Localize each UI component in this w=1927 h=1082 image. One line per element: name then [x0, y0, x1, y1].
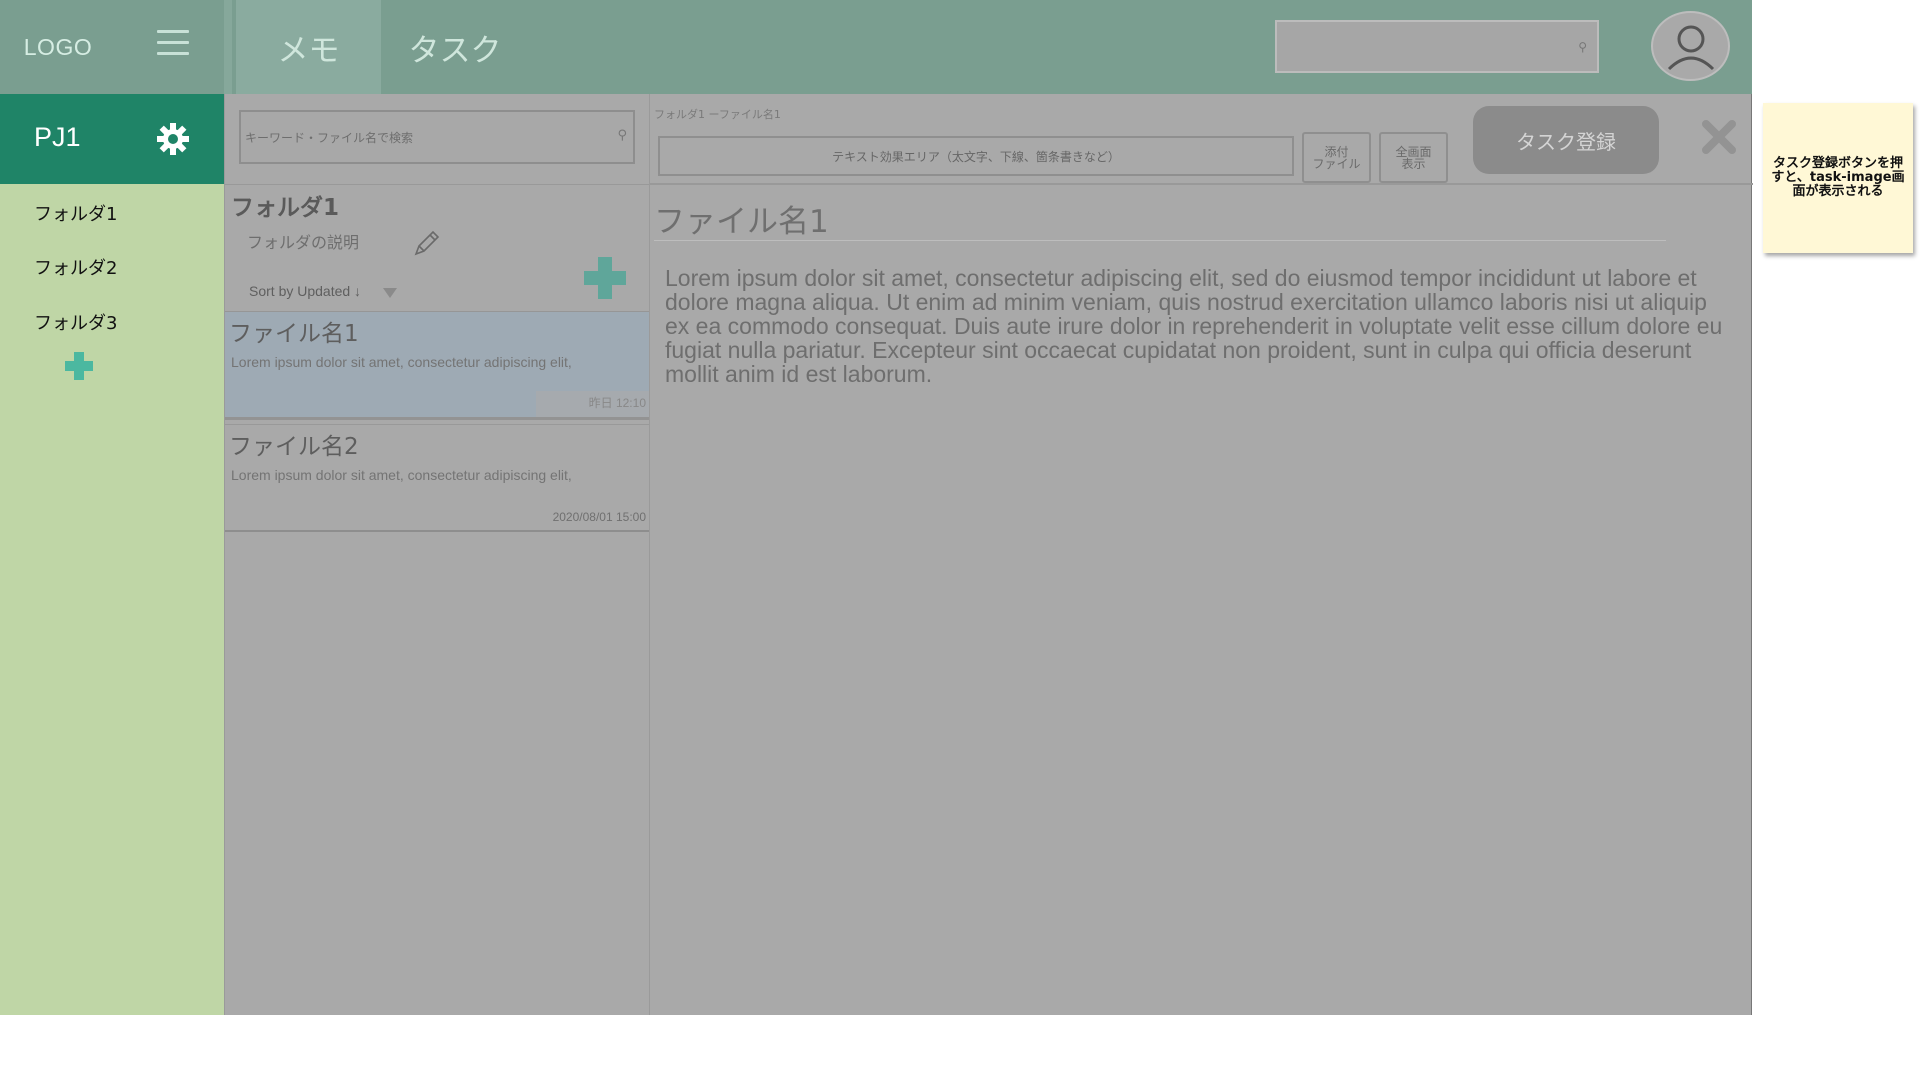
pencil-icon[interactable] — [411, 229, 441, 259]
folder-info: フォルダ1 フォルダの説明 Sort by Updated ↓ — [225, 184, 650, 313]
add-folder-plus-icon[interactable] — [65, 352, 93, 380]
sidebar-item-folder1[interactable]: フォルダ1 — [34, 200, 117, 226]
toolbar-divider — [650, 183, 1753, 185]
user-icon — [1667, 25, 1715, 71]
menu-icon[interactable] — [157, 27, 189, 57]
file-list-item[interactable]: ファイル名2 Lorem ipsum dolor sit amet, conse… — [225, 424, 650, 532]
tab-task[interactable]: タスク — [390, 0, 520, 94]
document-title[interactable]: ファイル名1 — [654, 196, 829, 241]
avatar[interactable] — [1651, 11, 1730, 81]
file-search-box[interactable]: ⚲ — [239, 110, 635, 164]
sort-down-icon[interactable] — [383, 288, 397, 298]
file-list-panel: ⚲ フォルダ1 フォルダの説明 Sort by Updated ↓ ファイル名1… — [224, 94, 650, 1015]
task-register-button[interactable]: タスク登録 — [1473, 106, 1659, 174]
project-name[interactable]: PJ1 — [34, 122, 81, 153]
breadcrumb: フォルダ1 ーファイル名1 — [654, 108, 781, 121]
folder-title: フォルダ1 — [231, 195, 340, 221]
sidebar-item-folder2[interactable]: フォルダ2 — [34, 254, 117, 280]
attach-file-button[interactable]: 添付 ファイル — [1302, 132, 1371, 183]
file-date: 2020/08/01 15:00 — [552, 510, 646, 524]
add-file-plus-icon[interactable] — [584, 257, 626, 299]
file-name: ファイル名2 — [229, 434, 359, 460]
tab-memo[interactable]: メモ — [236, 0, 381, 94]
document-body[interactable]: Lorem ipsum dolor sit amet, consectetur … — [665, 266, 1735, 386]
file-snippet: Lorem ipsum dolor sit amet, consectetur … — [231, 354, 572, 370]
gear-icon[interactable] — [157, 123, 189, 155]
project-header: PJ1 — [0, 94, 224, 184]
text-format-toolbar[interactable]: テキスト効果エリア（太文字、下線、箇条書きなど） — [658, 136, 1294, 176]
sidebar-item-folder3[interactable]: フォルダ3 — [34, 309, 117, 335]
header-bar: LOGO メモ タスク ⚲ — [0, 0, 1752, 94]
editor-panel: フォルダ1 ーファイル名1 テキスト効果エリア（太文字、下線、箇条書きなど） 添… — [649, 94, 1753, 1015]
title-underline — [654, 240, 1666, 241]
app-window: LOGO メモ タスク ⚲ PJ1 フォルダ1 フォルダ2 フォルダ3 キーワー… — [0, 0, 1753, 1015]
logo: LOGO — [23, 33, 93, 60]
search-icon: ⚲ — [1578, 40, 1587, 54]
search-icon: ⚲ — [617, 128, 627, 143]
sort-selector[interactable]: Sort by Updated ↓ — [249, 283, 361, 299]
file-snippet: Lorem ipsum dolor sit amet, consectetur … — [231, 467, 572, 483]
file-list-item[interactable]: ファイル名1 Lorem ipsum dolor sit amet, conse… — [225, 312, 650, 420]
close-icon[interactable] — [1702, 120, 1736, 154]
sticky-note-text: タスク登録ボタンを押すと、task-image画面が表示される — [1771, 156, 1905, 199]
sticky-note: タスク登録ボタンを押すと、task-image画面が表示される — [1763, 103, 1913, 253]
fullscreen-button[interactable]: 全画面 表示 — [1379, 132, 1448, 183]
file-search-input[interactable] — [243, 114, 607, 162]
project-sidebar: PJ1 フォルダ1 フォルダ2 フォルダ3 — [0, 94, 224, 1015]
global-search-input[interactable]: ⚲ — [1275, 20, 1599, 73]
file-date: 昨日 12:10 — [588, 396, 646, 410]
header-divider — [224, 0, 232, 94]
folder-description: フォルダの説明 — [247, 233, 360, 252]
file-name: ファイル名1 — [229, 321, 359, 347]
